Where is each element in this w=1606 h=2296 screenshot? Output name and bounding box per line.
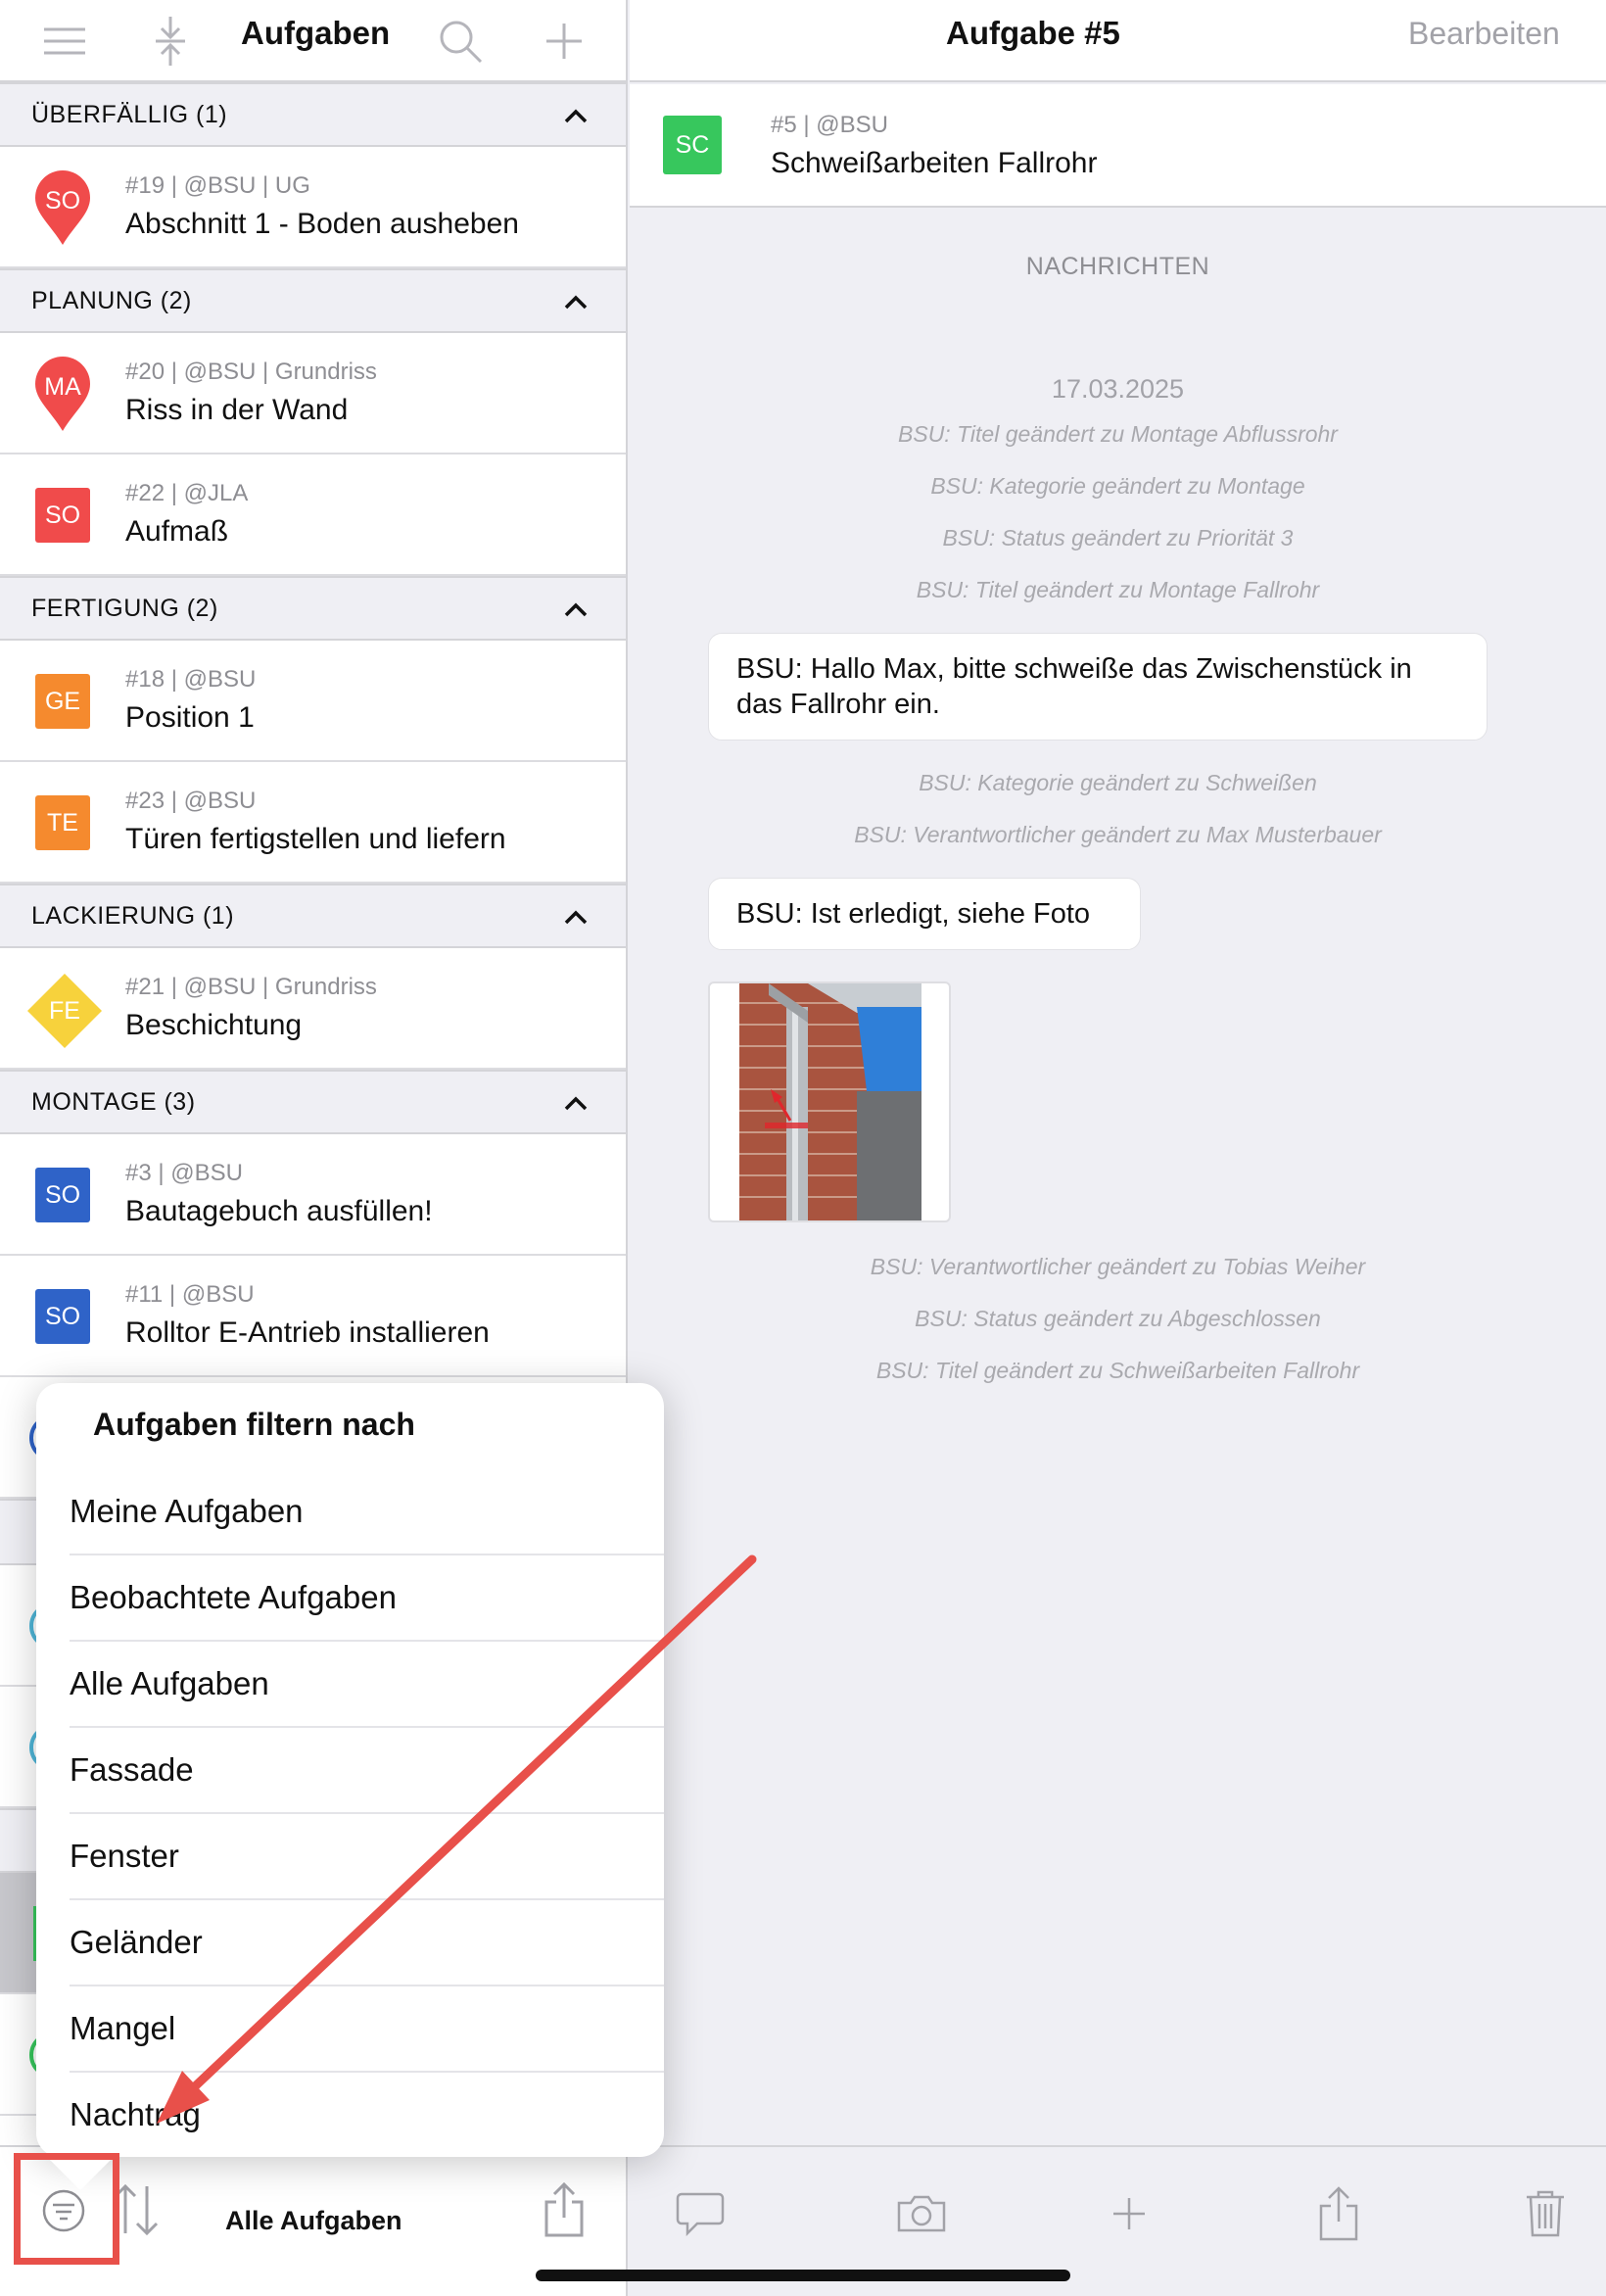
collapse-icon[interactable] <box>139 10 202 72</box>
task-detail-pane: Aufgabe #5 Bearbeiten SC #5 | @BSU Schwe… <box>630 0 1606 2296</box>
task-meta: #11 | @BSU <box>125 1281 255 1308</box>
highlight-box <box>14 2153 119 2265</box>
share-icon[interactable] <box>1307 2182 1370 2245</box>
filter-option-mangel[interactable]: Mangel <box>70 1986 664 2073</box>
log-entry: BSU: Status geändert zu Priorität 3 <box>942 525 1294 550</box>
log-entry: BSU: Verantwortlicher geändert zu Max Mu… <box>854 822 1382 847</box>
filter-option-alle-aufgaben[interactable]: Alle Aufgaben <box>70 1642 664 1728</box>
left-title: Aufgaben <box>241 15 391 51</box>
task-name: Aufmaß <box>125 515 229 548</box>
chevron-up-icon <box>564 602 588 617</box>
menu-icon[interactable] <box>33 10 96 72</box>
section-header[interactable]: FERTIGUNG (2) <box>0 576 626 641</box>
task-meta: #3 | @BSU <box>125 1160 243 1186</box>
trash-icon[interactable] <box>1514 2182 1577 2245</box>
log-entry: BSU: Verantwortlicher geändert zu Tobias… <box>870 1254 1366 1279</box>
comment-icon[interactable] <box>669 2182 732 2245</box>
category-badge: SO <box>35 1168 90 1222</box>
diamond-badge-icon: FE <box>25 972 104 1050</box>
log-entry: BSU: Status geändert zu Abgeschlossen <box>915 1306 1321 1331</box>
task-row[interactable]: SO #22 | @JLA Aufmaß <box>0 454 626 576</box>
detail-title: Aufgabe #5 <box>946 15 1120 51</box>
task-name: Türen fertigstellen und liefern <box>125 823 506 855</box>
message-photo[interactable] <box>708 981 951 1222</box>
log-entry: BSU: Titel geändert zu Montage Abflussro… <box>898 421 1338 447</box>
popover-title: Aufgaben filtern nach <box>93 1407 415 1442</box>
filter-option-nachtrag[interactable]: Nachtrag <box>70 2073 664 2157</box>
task-name: Bautagebuch ausfüllen! <box>125 1195 433 1227</box>
task-row[interactable]: SO #11 | @BSU Rolltor E-Antrieb installi… <box>0 1256 626 1377</box>
category-badge: SO <box>35 488 90 543</box>
section-title: ÜBERFÄLLIG (1) <box>31 101 228 128</box>
category-badge: SC <box>663 116 722 174</box>
task-meta: #23 | @BSU <box>125 788 257 814</box>
filter-option-fassade[interactable]: Fassade <box>70 1728 664 1814</box>
add-icon[interactable] <box>533 10 595 72</box>
downpipe-photo-image <box>739 983 921 1220</box>
section-title: LACKIERUNG (1) <box>31 902 235 930</box>
pin-badge-icon: MA <box>31 355 94 433</box>
task-name: Riss in der Wand <box>125 394 349 426</box>
share-icon[interactable] <box>543 2180 586 2239</box>
log-entry: BSU: Kategorie geändert zu Schweißen <box>919 770 1317 795</box>
message-date: 17.03.2025 <box>1051 374 1185 404</box>
log-entry: BSU: Titel geändert zu Schweißarbeiten F… <box>875 1358 1360 1383</box>
log-entry: BSU: Titel geändert zu Montage Fallrohr <box>916 577 1320 602</box>
section-header[interactable]: PLANUNG (2) <box>0 268 626 333</box>
task-row[interactable]: SO #3 | @BSU Bautagebuch ausfüllen! <box>0 1134 626 1256</box>
messages-header: NACHRICHTEN <box>1025 253 1210 280</box>
task-row[interactable]: SO #19 | @BSU | UG Abschnitt 1 - Boden a… <box>0 147 626 268</box>
filter-label: Alle Aufgaben <box>225 2206 402 2235</box>
pin-badge-icon: SO <box>31 168 94 247</box>
task-meta: #22 | @JLA <box>125 480 249 506</box>
chevron-up-icon <box>564 109 588 123</box>
task-row[interactable]: GE #18 | @BSU Position 1 <box>0 641 626 762</box>
task-name: Abschnitt 1 - Boden ausheben <box>125 208 519 240</box>
task-header[interactable]: SC #5 | @BSU Schweißarbeiten Fallrohr <box>630 84 1606 208</box>
task-meta: #18 | @BSU <box>125 666 257 693</box>
task-meta: #5 | @BSU <box>771 112 888 138</box>
camera-icon[interactable] <box>890 2182 953 2245</box>
category-badge: TE <box>35 795 90 850</box>
chevron-up-icon <box>564 910 588 925</box>
add-icon[interactable] <box>1098 2182 1160 2245</box>
chevron-up-icon <box>564 1096 588 1111</box>
home-indicator[interactable] <box>536 2270 1070 2281</box>
filter-popover: Aufgaben filtern nach Meine Aufgaben Beo… <box>36 1383 664 2157</box>
task-name: Schweißarbeiten Fallrohr <box>771 147 1098 179</box>
task-row[interactable]: FE #21 | @BSU | Grundriss Beschichtung <box>0 948 626 1070</box>
task-row[interactable]: TE #23 | @BSU Türen fertigstellen und li… <box>0 762 626 884</box>
section-title: PLANUNG (2) <box>31 287 192 314</box>
task-name: Beschichtung <box>125 1009 303 1041</box>
category-badge: GE <box>35 674 90 729</box>
left-navbar: Aufgaben <box>0 0 626 82</box>
filter-option-gelaender[interactable]: Geländer <box>70 1900 664 1986</box>
task-meta: #20 | @BSU | Grundriss <box>125 359 377 385</box>
message-bubble: BSU: Ist erledigt, siehe Foto <box>708 878 1141 950</box>
filter-option-beobachtete-aufgaben[interactable]: Beobachtete Aufgaben <box>70 1555 664 1642</box>
filter-option-meine-aufgaben[interactable]: Meine Aufgaben <box>70 1469 664 1555</box>
category-badge: SO <box>35 1289 90 1344</box>
section-header[interactable]: ÜBERFÄLLIG (1) <box>0 82 626 147</box>
task-name: Rolltor E-Antrieb installieren <box>125 1316 490 1349</box>
task-row[interactable]: MA #20 | @BSU | Grundriss Riss in der Wa… <box>0 333 626 454</box>
chevron-up-icon <box>564 295 588 310</box>
section-title: MONTAGE (3) <box>31 1088 196 1116</box>
edit-button[interactable]: Bearbeiten <box>1408 0 1560 82</box>
section-header[interactable]: LACKIERUNG (1) <box>0 884 626 948</box>
task-meta: #21 | @BSU | Grundriss <box>125 974 377 1000</box>
search-icon[interactable] <box>429 10 492 72</box>
task-meta: #19 | @BSU | UG <box>125 172 310 199</box>
right-navbar: Aufgabe #5 Bearbeiten <box>630 0 1606 82</box>
message-bubble: BSU: Hallo Max, bitte schweiße das Zwisc… <box>708 633 1488 741</box>
section-header[interactable]: MONTAGE (3) <box>0 1070 626 1134</box>
task-name: Position 1 <box>125 701 255 734</box>
log-entry: BSU: Kategorie geändert zu Montage <box>930 473 1305 499</box>
section-title: FERTIGUNG (2) <box>31 595 218 622</box>
filter-option-fenster[interactable]: Fenster <box>70 1814 664 1900</box>
